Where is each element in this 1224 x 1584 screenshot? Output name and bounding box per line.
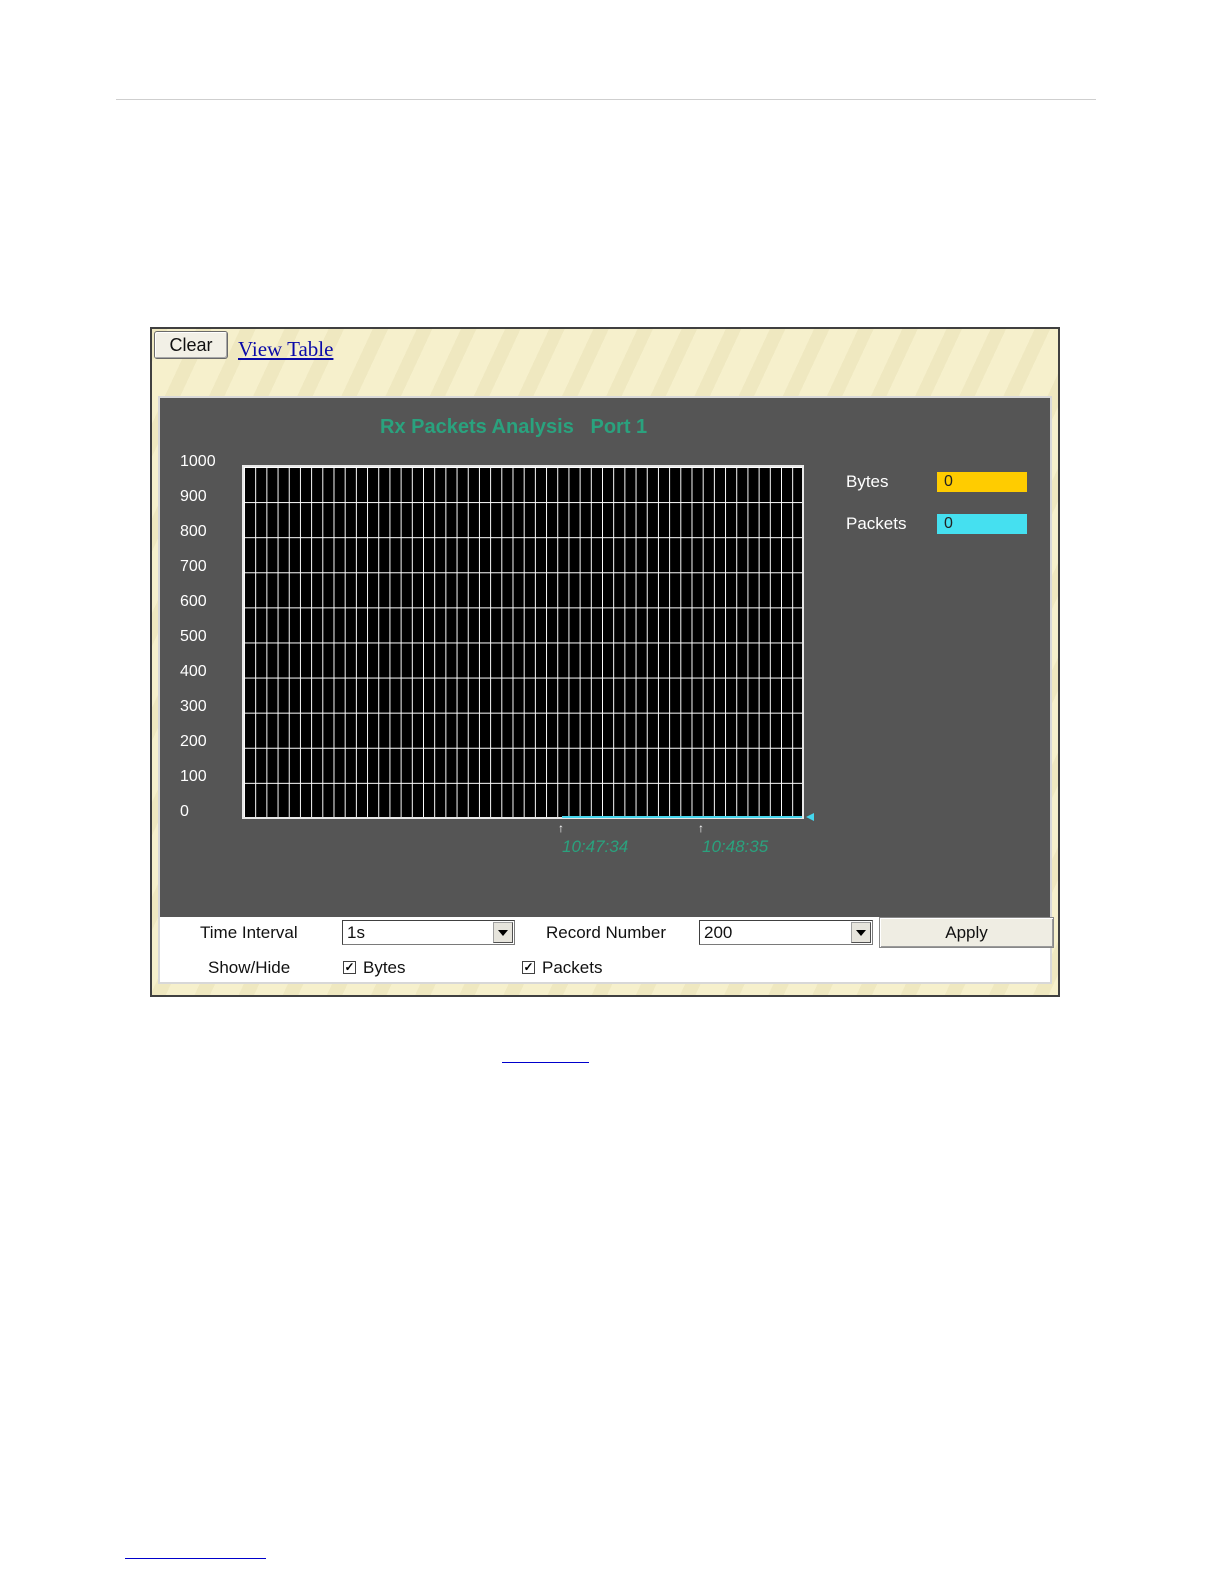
graph-controls: Time Interval 1s Record Number 200 Apply… (158, 917, 1054, 984)
time-marker-arrow-icon: ↑ (558, 821, 564, 835)
legend-packets-label: Packets (846, 514, 907, 533)
bytes-checkbox[interactable]: ✓ (343, 961, 356, 974)
baseline-marker-icon (806, 813, 814, 821)
showhide-label: Show/Hide (208, 958, 291, 977)
graph-area: Rx Packets Analysis Port 1 1000 900 800 … (158, 396, 1052, 917)
apply-button[interactable]: Apply (879, 917, 1054, 948)
legend-bytes-label: Bytes (846, 472, 889, 491)
y-tick-label: 300 (180, 698, 207, 715)
y-tick-label: 500 (180, 628, 207, 645)
y-tick-label: 700 (180, 558, 207, 575)
graph-title: Rx Packets Analysis Port 1 (380, 416, 648, 438)
bytes-checkbox-label: Bytes (363, 958, 406, 977)
y-tick-label: 200 (180, 733, 207, 750)
time-interval-label: Time Interval (200, 923, 298, 942)
y-tick-label: 0 (180, 803, 189, 820)
rx-packets-panel: Clear View Table Rx Packets Analysis Por… (150, 327, 1060, 997)
time-interval-select[interactable]: 1s (342, 920, 515, 945)
packets-series-line (562, 816, 802, 818)
y-tick-label: 800 (180, 523, 207, 540)
plot-grid (242, 465, 804, 819)
record-number-value: 200 (704, 923, 733, 942)
header-rule (116, 99, 1096, 100)
record-number-label: Record Number (546, 923, 666, 942)
packets-checkbox[interactable]: ✓ (522, 961, 535, 974)
footnote-link-underline[interactable] (125, 1558, 266, 1559)
record-number-select[interactable]: 200 (699, 920, 873, 945)
dropdown-arrow-icon[interactable] (493, 922, 513, 943)
time-marker-arrow-icon: ↑ (698, 821, 704, 835)
dropdown-arrow-icon[interactable] (851, 922, 871, 943)
time-label: 10:47:34 (562, 837, 629, 856)
time-interval-value: 1s (347, 923, 365, 942)
y-tick-label: 1000 (180, 453, 216, 470)
time-label: 10:48:35 (702, 837, 769, 856)
view-table-link[interactable]: View Table (238, 337, 333, 362)
legend-bytes-value: 0 (937, 472, 1027, 492)
y-tick-label: 600 (180, 593, 207, 610)
packets-checkbox-label: Packets (542, 958, 603, 977)
y-tick-label: 100 (180, 768, 207, 785)
y-tick-label: 400 (180, 663, 207, 680)
legend-packets-value: 0 (937, 514, 1027, 534)
link-underline[interactable] (502, 1062, 589, 1063)
y-tick-label: 900 (180, 488, 207, 505)
clear-button[interactable]: Clear (154, 331, 228, 359)
